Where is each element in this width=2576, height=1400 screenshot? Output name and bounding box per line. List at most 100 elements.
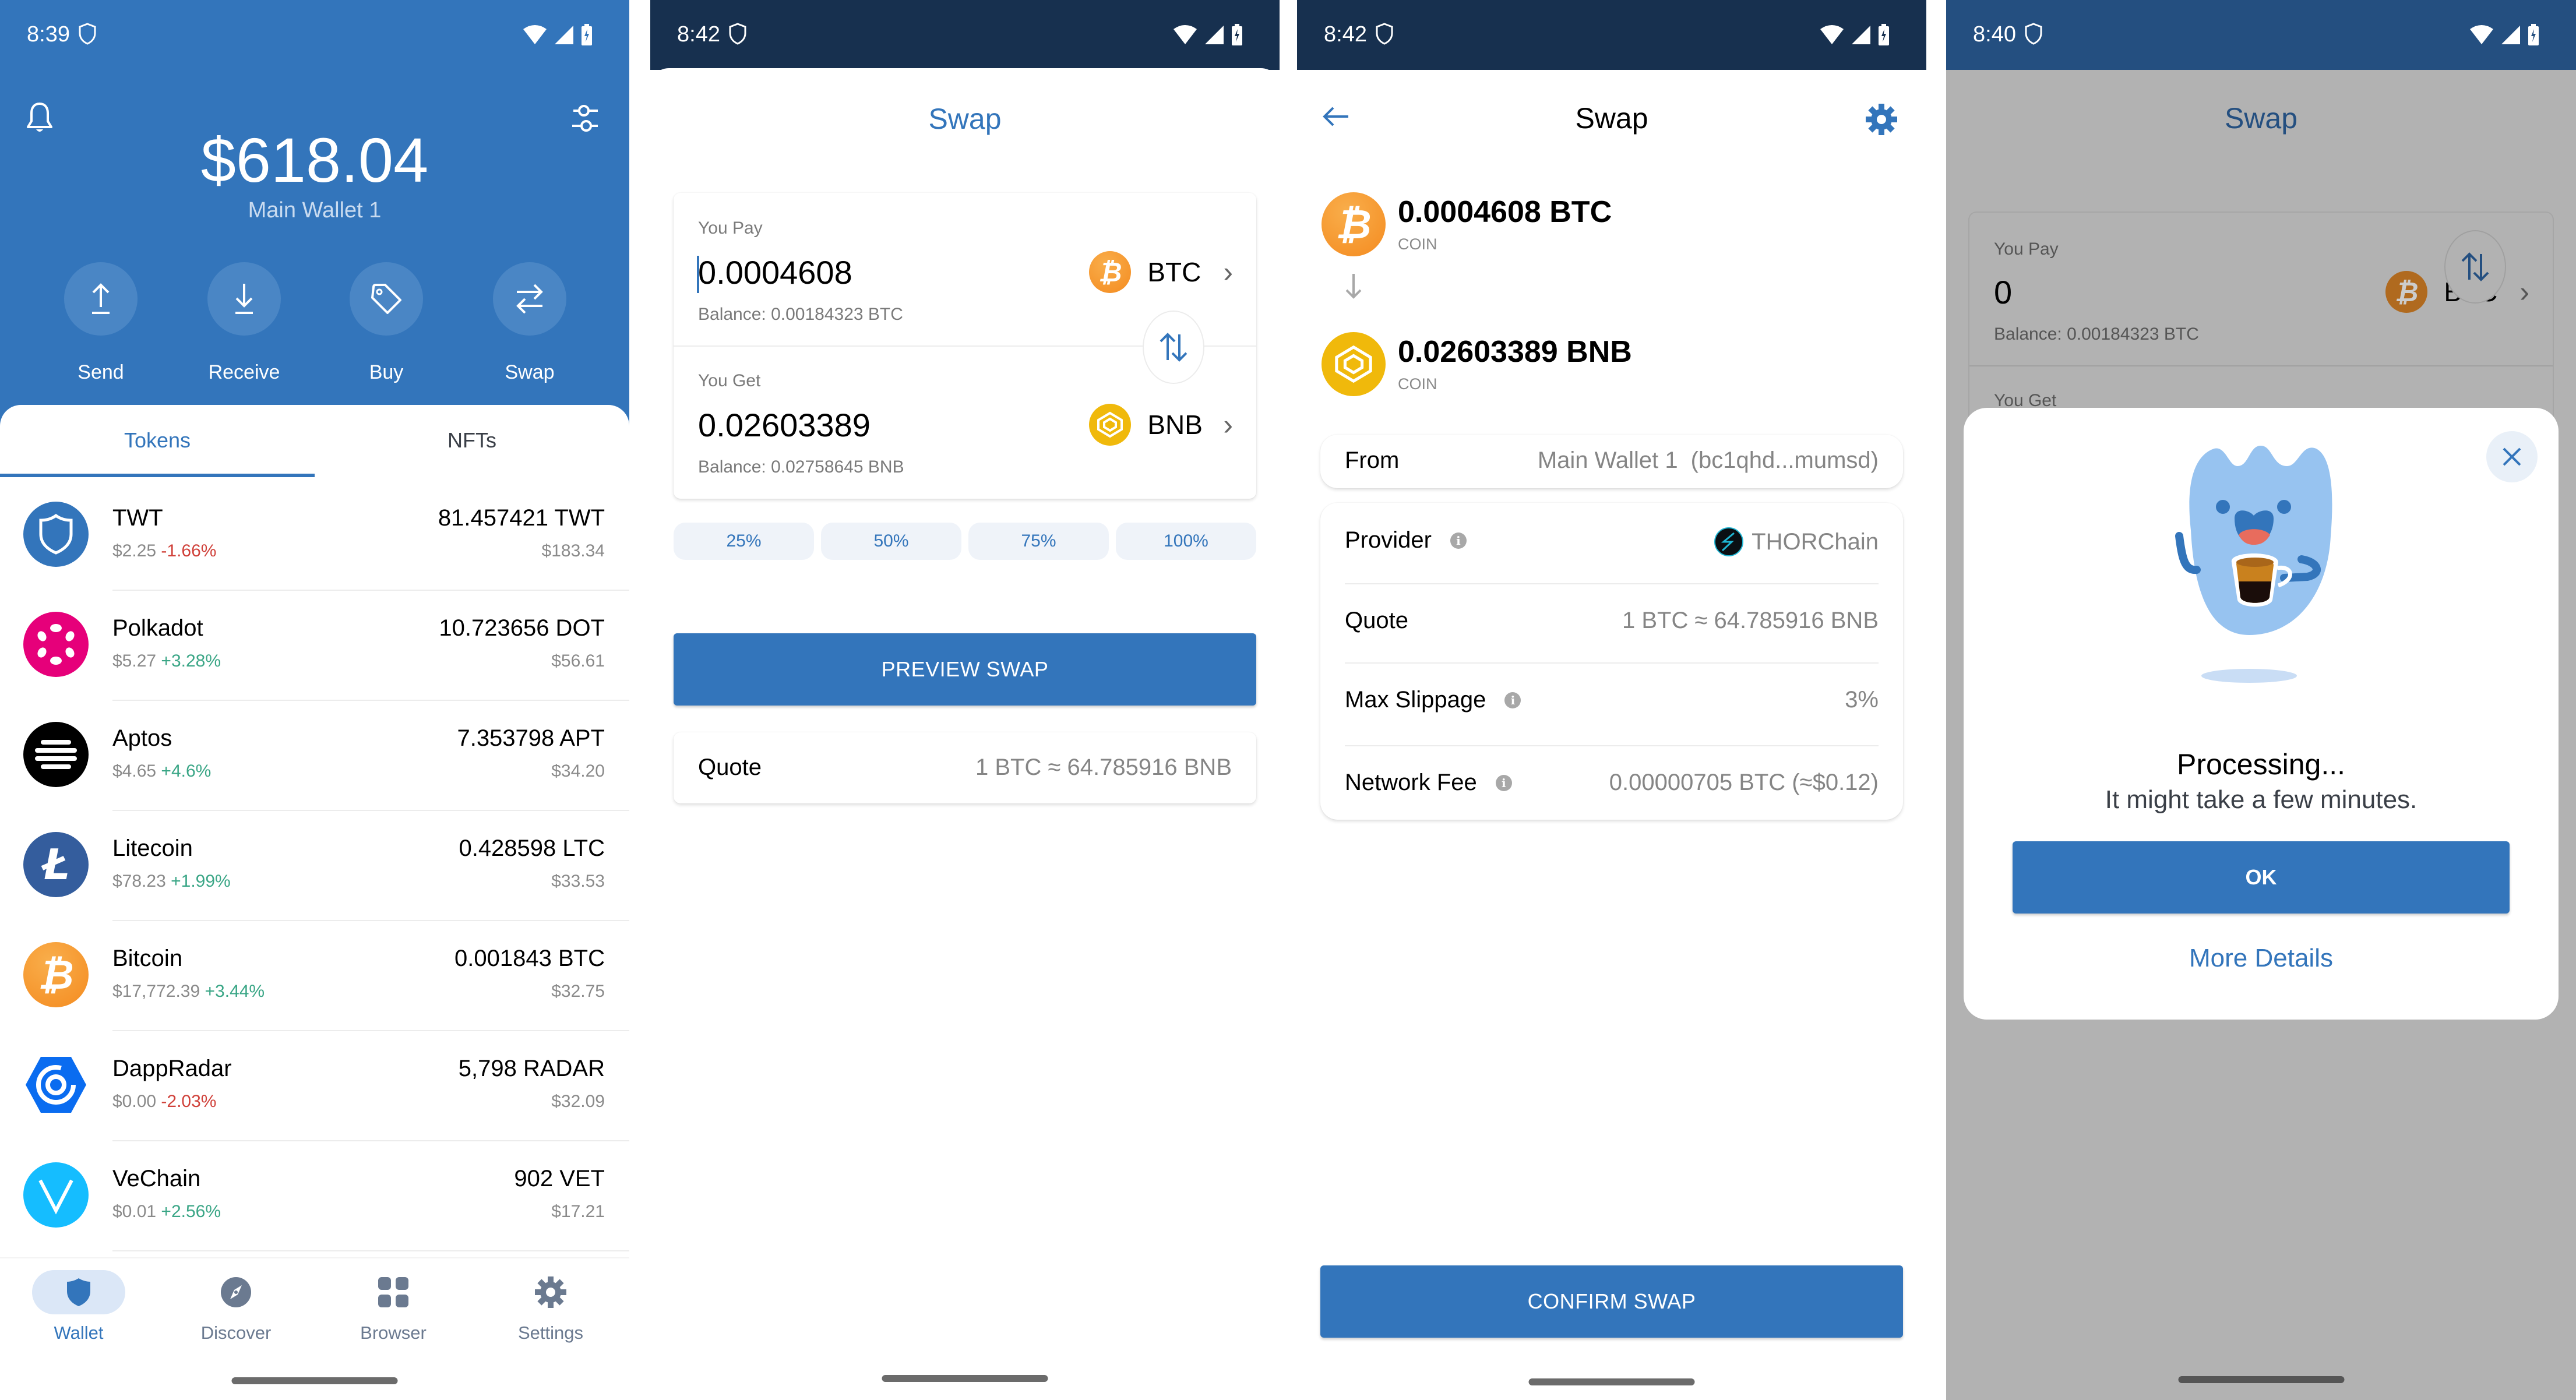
bnb-icon <box>1089 404 1132 446</box>
token-row[interactable]: ₿ Bitcoin $17,772.39 +3.44% 0.001843 BTC… <box>0 921 629 1031</box>
percent-25-button[interactable]: 25% <box>674 523 814 560</box>
pay-amount-input[interactable]: 0 <box>1994 273 2012 311</box>
nav-browser[interactable]: Browser <box>315 1270 472 1343</box>
token-value: $183.34 <box>541 541 605 560</box>
polkadot-icon <box>23 612 89 677</box>
compass-icon <box>221 1277 251 1307</box>
processing-screen: 8:40 Swap You Pay 0 ₿ BTC › Balance: 0.0… <box>1946 0 2576 1400</box>
wallet-name[interactable]: Main Wallet 1 <box>0 198 629 223</box>
token-row[interactable]: DappRadar $0.00 -2.03% 5,798 RADAR $32.0… <box>0 1031 629 1141</box>
token-row[interactable]: Polkadot $5.27 +3.28% 10.723656 DOT $56.… <box>0 591 629 701</box>
swap-direction-button[interactable] <box>1143 311 1204 384</box>
token-name: TWT <box>112 505 163 531</box>
signal-icon <box>1852 26 1870 44</box>
to-coin-amount: 0.02603389 BNB <box>1398 335 1632 369</box>
bitcoin-icon: ₿ <box>23 942 89 1007</box>
receive-button[interactable]: Receive <box>207 262 281 384</box>
info-icon[interactable]: i <box>1450 532 1467 549</box>
from-wallet-card[interactable]: From Main Wallet 1 (bc1qhd...mumsd) <box>1320 435 1903 488</box>
swap-arrows-icon <box>516 284 543 314</box>
swap-details-card: Provider i THORChain Quote 1 BTC ≈ 64.785… <box>1320 503 1903 820</box>
battery-icon <box>582 24 592 45</box>
you-pay-label: You Pay <box>698 218 763 238</box>
token-price: $0.00 <box>112 1092 157 1111</box>
home-indicator[interactable] <box>882 1375 1048 1382</box>
tab-tokens[interactable]: Tokens <box>0 428 315 453</box>
get-coin-selector[interactable]: BNB › <box>1089 404 1233 446</box>
swap-action-button[interactable]: Swap <box>493 262 566 384</box>
status-bar: 8:39 <box>0 0 629 70</box>
arrow-down-icon <box>1345 274 1362 299</box>
info-icon[interactable]: i <box>1504 692 1521 708</box>
quote-label: Quote <box>1345 608 1408 633</box>
info-icon[interactable]: i <box>1495 774 1512 791</box>
confirm-swap-button[interactable]: CONFIRM SWAP <box>1320 1265 1903 1338</box>
more-details-link[interactable]: More Details <box>1964 944 2559 973</box>
percent-options: 25% 50% 75% 100% <box>674 523 1256 560</box>
signal-icon <box>1205 26 1224 44</box>
arrow-up-icon <box>92 283 110 314</box>
token-row[interactable]: Aptos $4.65 +4.6% 7.353798 APT $34.20 <box>0 701 629 811</box>
home-indicator[interactable] <box>231 1377 398 1384</box>
nav-settings[interactable]: Settings <box>472 1270 629 1343</box>
wallet-screen: 8:39 $618.04 Main Wallet 1 Send Receive … <box>0 0 629 1400</box>
token-value: $32.09 <box>551 1092 605 1111</box>
pay-coin-selector[interactable]: ₿ BTC › <box>1089 251 1233 293</box>
token-row[interactable]: TWT $2.25 -1.66% 81.457421 TWT $183.34 <box>0 481 629 591</box>
token-amount: 7.353798 APT <box>457 725 605 751</box>
buy-label: Buy <box>369 361 404 383</box>
wifi-icon <box>1820 25 1844 44</box>
home-indicator[interactable] <box>1528 1378 1695 1385</box>
token-row[interactable]: Ł Litecoin $78.23 +1.99% 0.428598 LTC $3… <box>0 811 629 921</box>
battery-icon <box>1879 24 1889 45</box>
percent-100-button[interactable]: 100% <box>1116 523 1256 560</box>
aptos-icon <box>23 722 89 787</box>
from-wallet-address: (bc1qhd...mumsd) <box>1690 447 1879 473</box>
security-shield-icon <box>79 23 96 45</box>
swap-direction-button <box>2444 230 2506 304</box>
status-bar: 8:42 <box>1297 0 1926 70</box>
swap-label: Swap <box>505 361 555 383</box>
provider-value: THORChain <box>1752 528 1879 555</box>
nav-discover[interactable]: Discover <box>157 1270 315 1343</box>
percent-75-button[interactable]: 75% <box>968 523 1109 560</box>
pay-balance: Balance: 0.00184323 BTC <box>1994 325 2199 344</box>
shield-icon <box>67 1278 90 1306</box>
token-amount: 0.428598 LTC <box>459 835 605 861</box>
token-amount: 81.457421 TWT <box>438 505 605 531</box>
assets-card: Tokens NFTs TWT $2.25 -1.66% 81.457421 T… <box>0 405 629 1400</box>
token-price: $17,772.39 <box>112 982 200 1001</box>
send-button[interactable]: Send <box>64 262 138 384</box>
tab-nfts[interactable]: NFTs <box>315 428 629 453</box>
page-title: Swap <box>2224 102 2298 135</box>
percent-50-button[interactable]: 50% <box>821 523 961 560</box>
from-wallet-name: Main Wallet 1 <box>1537 447 1678 473</box>
status-bar: 8:42 <box>650 0 1280 70</box>
token-row[interactable]: VeChain $0.01 +2.56% 902 VET $17.21 <box>0 1141 629 1251</box>
swap-vertical-icon <box>1160 333 1187 362</box>
network-fee-value: 0.00000705 BTC (≈$0.12) <box>1609 770 1879 795</box>
bitcoin-icon: ₿ <box>2385 271 2428 313</box>
settings-gear-icon[interactable] <box>1865 103 1898 136</box>
gear-icon <box>535 1276 566 1308</box>
security-shield-icon <box>729 23 746 45</box>
token-list: TWT $2.25 -1.66% 81.457421 TWT $183.34 P… <box>0 481 629 1251</box>
get-amount: 0.02603389 <box>698 407 871 443</box>
close-button[interactable] <box>2486 431 2538 482</box>
token-change: +1.99% <box>171 872 231 891</box>
token-value: $33.53 <box>551 872 605 891</box>
nav-wallet[interactable]: Wallet <box>0 1270 157 1343</box>
signal-icon <box>555 26 573 44</box>
nav-browser-label: Browser <box>360 1323 427 1343</box>
status-time: 8:40 <box>1973 22 2016 47</box>
token-name: Litecoin <box>112 835 193 861</box>
dialog-title: Processing... <box>2176 748 2345 781</box>
asset-tabs: Tokens NFTs <box>0 405 629 479</box>
preview-swap-button[interactable]: PREVIEW SWAP <box>674 633 1256 706</box>
home-indicator[interactable] <box>2178 1376 2344 1383</box>
buy-button[interactable]: Buy <box>350 262 423 384</box>
thorchain-logo-icon <box>1714 527 1744 556</box>
pay-amount-input[interactable]: 0.0004608 <box>698 253 852 291</box>
swap-confirm-screen: 8:42 Swap ₿ 0.0004608 BTC COIN 0.0260338… <box>1297 0 1926 1400</box>
ok-button[interactable]: OK <box>2013 841 2510 914</box>
